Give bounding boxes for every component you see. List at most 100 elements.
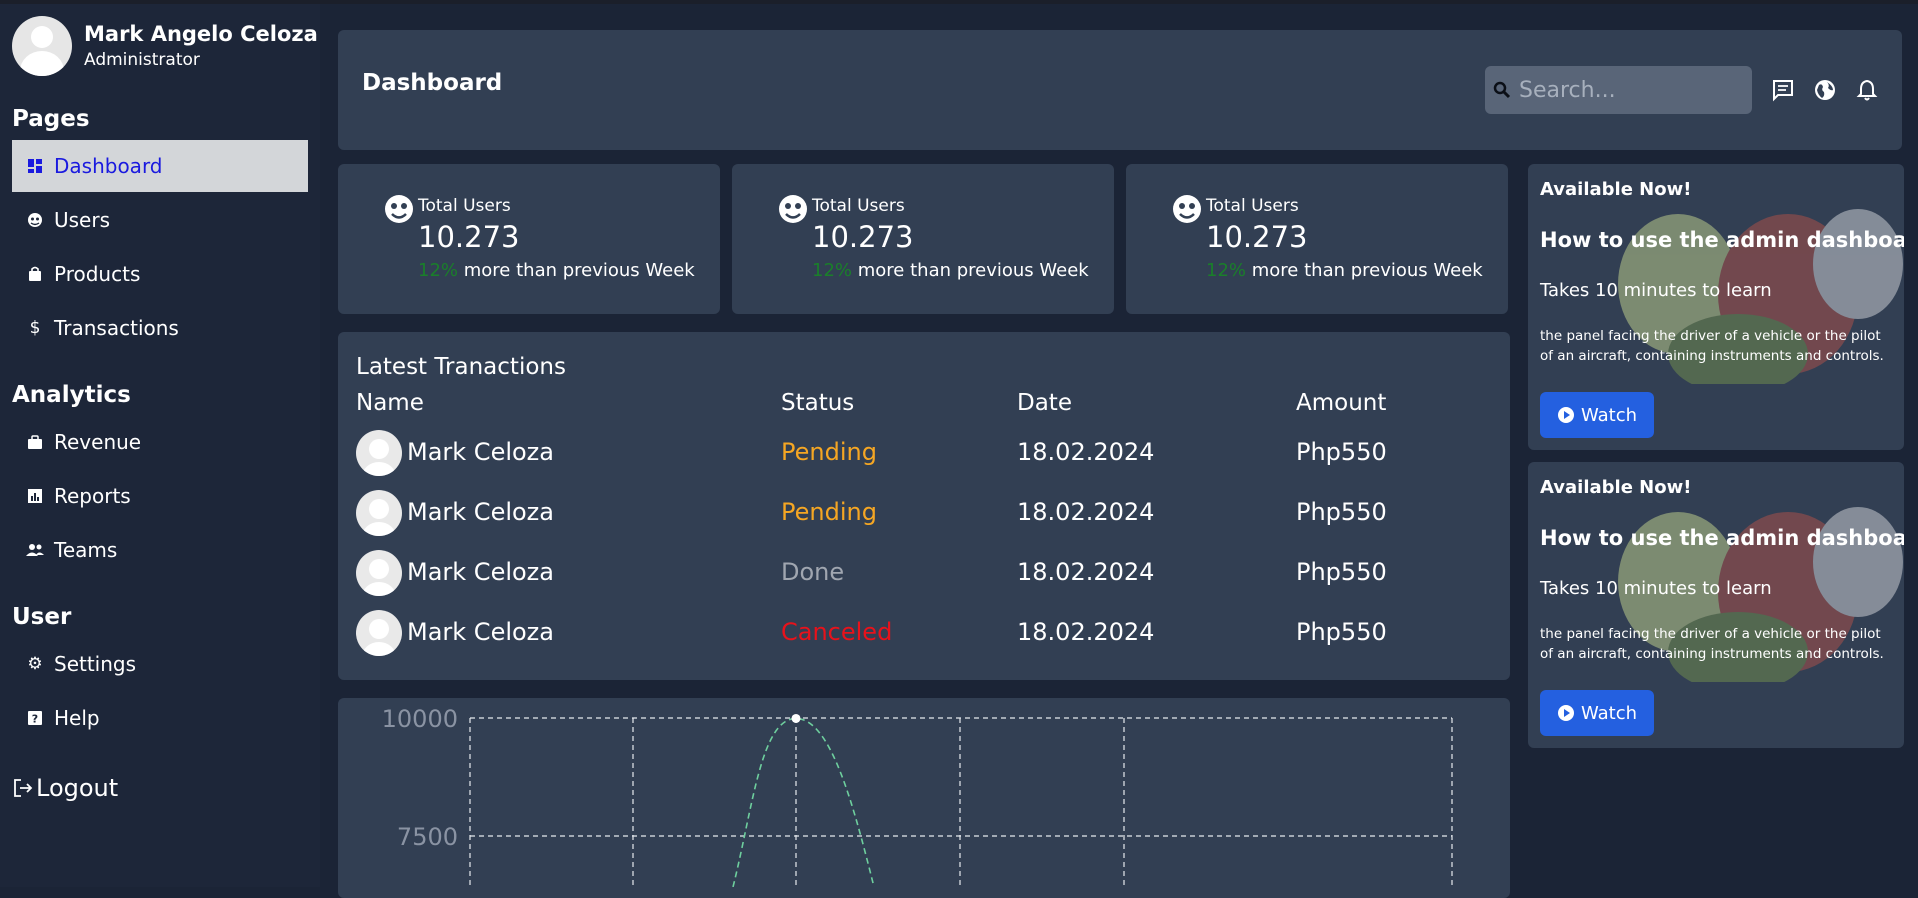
sidebar-item-revenue[interactable]: Revenue [12,416,308,468]
stat-change: 12% more than previous Week [1206,260,1483,281]
header: Dashboard [338,30,1902,150]
cell-status: Pending [781,438,877,466]
sidebar-item-dashboard[interactable]: Dashboard [12,140,308,192]
stat-label: Total Users [812,196,905,216]
play-icon [1557,406,1575,424]
stat-value: 10.273 [418,220,520,254]
stat-note: more than previous Week [463,260,695,281]
table-row[interactable]: Mark Celoza Pending 18.02.2024 Php550 [356,490,1496,538]
column-header-amount: Amount [1296,390,1387,416]
table-row[interactable]: Mark Celoza Canceled 18.02.2024 Php550 [356,610,1496,658]
play-icon [1557,704,1575,722]
table-row[interactable]: Mark Celoza Done 18.02.2024 Php550 [356,550,1496,598]
search-input[interactable] [1517,76,1741,104]
sidebar: Mark Angelo Celoza Administrator Pages D… [0,4,320,887]
bag-icon [26,265,44,283]
transactions-title: Latest Tranactions [356,354,566,380]
dollar-icon: $ [29,318,41,338]
cell-date: 18.02.2024 [1017,618,1155,646]
page-title: Dashboard [362,70,503,96]
watch-label: Watch [1580,404,1638,426]
sidebar-item-label: Transactions [54,316,179,340]
stat-card: Total Users 10.273 12% more than previou… [732,164,1114,314]
cell-amount: Php550 [1296,438,1387,466]
logout-icon [12,777,34,799]
section-title-pages: Pages [12,106,90,132]
logout-button[interactable]: Logout [12,774,118,802]
search-icon [1493,81,1511,99]
message-icon[interactable] [1771,78,1795,102]
users-icon [26,211,44,229]
sidebar-item-settings[interactable]: ⚙ Settings [12,638,308,690]
promo-description: the panel facing the driver of a vehicle… [1540,626,1884,662]
svg-text:?: ? [32,713,38,726]
sidebar-item-reports[interactable]: Reports [12,470,308,522]
cell-date: 18.02.2024 [1017,498,1155,526]
sidebar-item-label: Reports [54,484,131,508]
sidebar-item-label: Users [54,208,111,232]
stat-value: 10.273 [1206,220,1308,254]
stat-label: Total Users [1206,196,1299,216]
watch-button[interactable]: Watch [1540,690,1654,736]
table-row[interactable]: Mark Celoza Pending 18.02.2024 Php550 [356,430,1496,478]
promo-card: Available Now! How to use the admin dash… [1528,164,1904,450]
sidebar-item-teams[interactable]: Teams [12,524,308,576]
avatar [12,16,72,76]
stat-note: more than previous Week [1251,260,1483,281]
stat-note: more than previous Week [857,260,1089,281]
watch-label: Watch [1580,702,1638,724]
column-header-date: Date [1017,390,1072,416]
logout-label: Logout [36,774,119,802]
promo-kicker: Available Now! [1540,179,1692,200]
stat-change: 12% more than previous Week [812,260,1089,281]
promo-description: the panel facing the driver of a vehicle… [1540,328,1884,364]
promo-subtitle: Takes 10 minutes to learn [1540,280,1772,301]
series-line [732,717,875,888]
briefcase-icon [26,433,44,451]
data-point [791,713,801,723]
profile-name: Mark Angelo Celoza [84,22,318,46]
stat-value: 10.273 [812,220,914,254]
stat-change: 12% more than previous Week [418,260,695,281]
stat-card: Total Users 10.273 12% more than previou… [338,164,720,314]
section-title-analytics: Analytics [12,382,131,408]
cell-status: Done [781,558,845,586]
sidebar-item-label: Products [54,262,141,286]
stat-label: Total Users [418,196,511,216]
sidebar-item-label: Settings [54,652,137,676]
watch-button[interactable]: Watch [1540,392,1654,438]
profile-role: Administrator [84,50,200,70]
globe-icon[interactable] [1813,78,1837,102]
profile: Mark Angelo Celoza Administrator [12,16,318,76]
cell-name: Mark Celoza [407,438,554,466]
cell-date: 18.02.2024 [1017,438,1155,466]
bell-icon[interactable] [1855,78,1879,102]
report-icon [26,487,44,505]
sidebar-item-users[interactable]: Users [12,194,308,246]
sidebar-item-label: Dashboard [54,154,163,178]
sidebar-item-products[interactable]: Products [12,248,308,300]
sidebar-item-label: Teams [54,538,118,562]
users-icon [1172,194,1202,228]
gear-icon: ⚙ [27,654,43,674]
y-tick-label: 7500 [397,823,458,851]
stat-percent: 12% [812,260,853,281]
sidebar-item-help[interactable]: ? Help [12,692,308,744]
avatar [356,430,402,476]
avatar [356,490,402,536]
promo-title: How to use the admin dashboard [1540,526,1904,550]
cell-name: Mark Celoza [407,558,554,586]
help-icon: ? [26,709,44,727]
cell-amount: Php550 [1296,558,1387,586]
promo-title: How to use the admin dashboard [1540,228,1904,252]
sidebar-item-transactions[interactable]: $ Transactions [12,302,308,354]
promo-card: Available Now! How to use the admin dash… [1528,462,1904,748]
team-icon [26,541,44,559]
dashboard-icon [26,157,44,175]
stat-percent: 12% [418,260,459,281]
stat-card: Total Users 10.273 12% more than previou… [1126,164,1508,314]
cell-amount: Php550 [1296,498,1387,526]
chart-panel: 10000 7500 [338,698,1510,898]
cell-date: 18.02.2024 [1017,558,1155,586]
search-box[interactable] [1485,66,1752,114]
